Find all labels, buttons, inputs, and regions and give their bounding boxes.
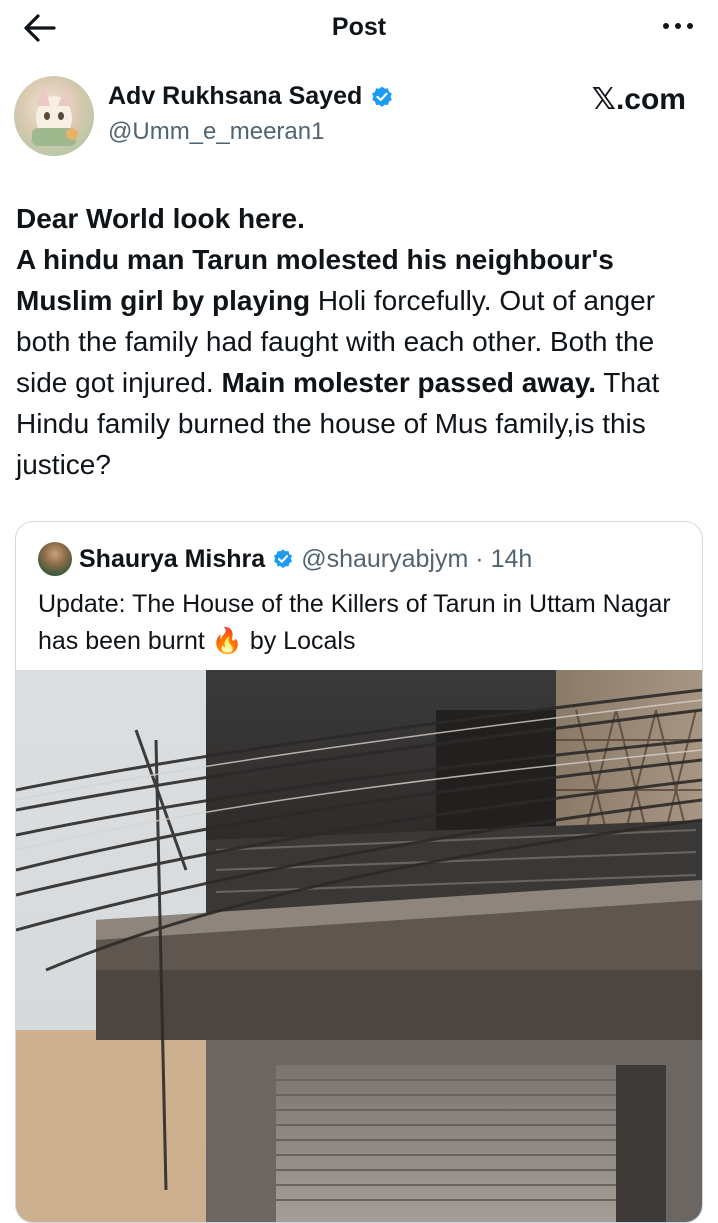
page-title: Post	[331, 13, 387, 41]
quoted-post-text: Update: The House of the Killers of Taru…	[38, 586, 678, 660]
separator-dot: ·	[475, 544, 484, 573]
quoted-post-time[interactable]: 14h	[491, 545, 533, 574]
quoted-post-header: Shaurya Mishra @shauryabjym · 14h	[38, 542, 532, 576]
verified-badge-icon	[372, 86, 393, 107]
top-bar: Post	[0, 0, 718, 58]
ellipsis-icon	[663, 23, 693, 29]
post-text-segment: Main molester passed away.	[221, 367, 596, 398]
author-name[interactable]: Adv Rukhsana Sayed	[108, 82, 362, 111]
fire-emoji-icon: 🔥	[211, 627, 243, 655]
post-text: Dear World look here. A hindu man Tarun …	[16, 198, 706, 485]
author-name-row[interactable]: Adv Rukhsana Sayed	[108, 82, 394, 111]
verified-badge-icon	[274, 549, 293, 569]
quoted-post-image[interactable]	[16, 670, 702, 1222]
x-watermark: 𝕏.com	[591, 83, 686, 116]
author-handle[interactable]: @Umm_e_meeran1	[108, 118, 324, 146]
quoted-text-after: by Locals	[242, 627, 356, 655]
author-avatar[interactable]	[14, 76, 94, 156]
post-text-segment: Dear World look here.	[16, 203, 305, 234]
quoted-author-name[interactable]: Shaurya Mishra	[79, 545, 265, 574]
quoted-author-avatar[interactable]	[38, 542, 72, 576]
more-options-button[interactable]	[660, 10, 696, 49]
quoted-author-handle[interactable]: @shauryabjym	[301, 545, 468, 574]
quoted-post[interactable]: Shaurya Mishra @shauryabjym · 14h Update…	[15, 521, 703, 1223]
